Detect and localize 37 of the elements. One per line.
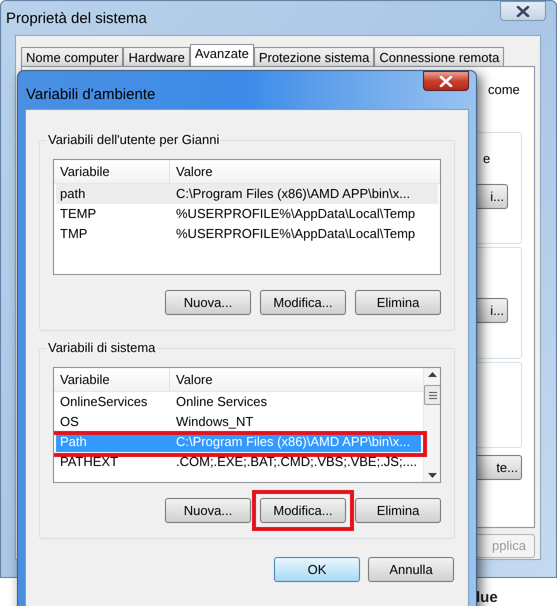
dialog-button[interactable]: OK	[274, 557, 360, 582]
list-row[interactable]: TEMP %USERPROFILE%\AppData\Local\Temp	[56, 204, 438, 224]
scroll-down-icon	[428, 473, 438, 478]
tab[interactable]: Nome computer	[21, 47, 124, 66]
column-header[interactable]: Valore	[170, 160, 440, 183]
dialog-button[interactable]: Modifica...	[260, 290, 346, 315]
column-header[interactable]: Valore	[170, 368, 424, 391]
close-button[interactable]	[500, 1, 546, 21]
text-fragment: come	[488, 81, 520, 99]
tab[interactable]: Avanzate	[190, 44, 254, 66]
column-header[interactable]: Variabile	[54, 160, 170, 183]
tab[interactable]: Connessione remota	[374, 47, 504, 66]
list-row[interactable]: OS Windows_NT	[56, 412, 422, 432]
tab[interactable]: Protezione sistema	[254, 47, 374, 66]
dialog-button[interactable]: Modifica...	[260, 498, 346, 523]
dialog-button[interactable]: Annulla	[368, 557, 454, 582]
list-row[interactable]: path C:\Program Files (x86)\AMD APP\bin\x...	[56, 184, 438, 204]
close-icon	[516, 6, 530, 16]
scroll-up-icon	[428, 372, 438, 377]
dialog-title: Variabili d'ambiente	[25, 85, 156, 105]
dialog-button[interactable]: Nuova...	[165, 290, 251, 315]
dialog-button[interactable]: Elimina	[355, 498, 441, 523]
list-row[interactable]: TMP %USERPROFILE%\AppData\Local\Temp	[56, 224, 438, 244]
scroll-thumb[interactable]	[424, 385, 440, 405]
text-fragment: e	[483, 150, 490, 168]
text-fragment: lue	[476, 588, 498, 606]
tab[interactable]: Hardware	[123, 47, 190, 66]
close-icon	[439, 76, 453, 86]
list-row[interactable]: OnlineServices Online Services	[56, 392, 422, 412]
list-row[interactable]: PATHEXT .COM;.EXE;.BAT;.CMD;.VBS;.VBE;.JS;....	[56, 452, 422, 472]
dialog-button[interactable]: Nuova...	[165, 498, 251, 523]
dialog-button[interactable]: Elimina	[355, 290, 441, 315]
scrollbar[interactable]	[423, 368, 440, 482]
close-button[interactable]	[423, 71, 469, 91]
window-title: Proprietà del sistema	[6, 9, 147, 29]
column-header[interactable]: Variabile	[54, 368, 170, 391]
group-title: Variabili dell'utente per Gianni	[46, 132, 222, 148]
